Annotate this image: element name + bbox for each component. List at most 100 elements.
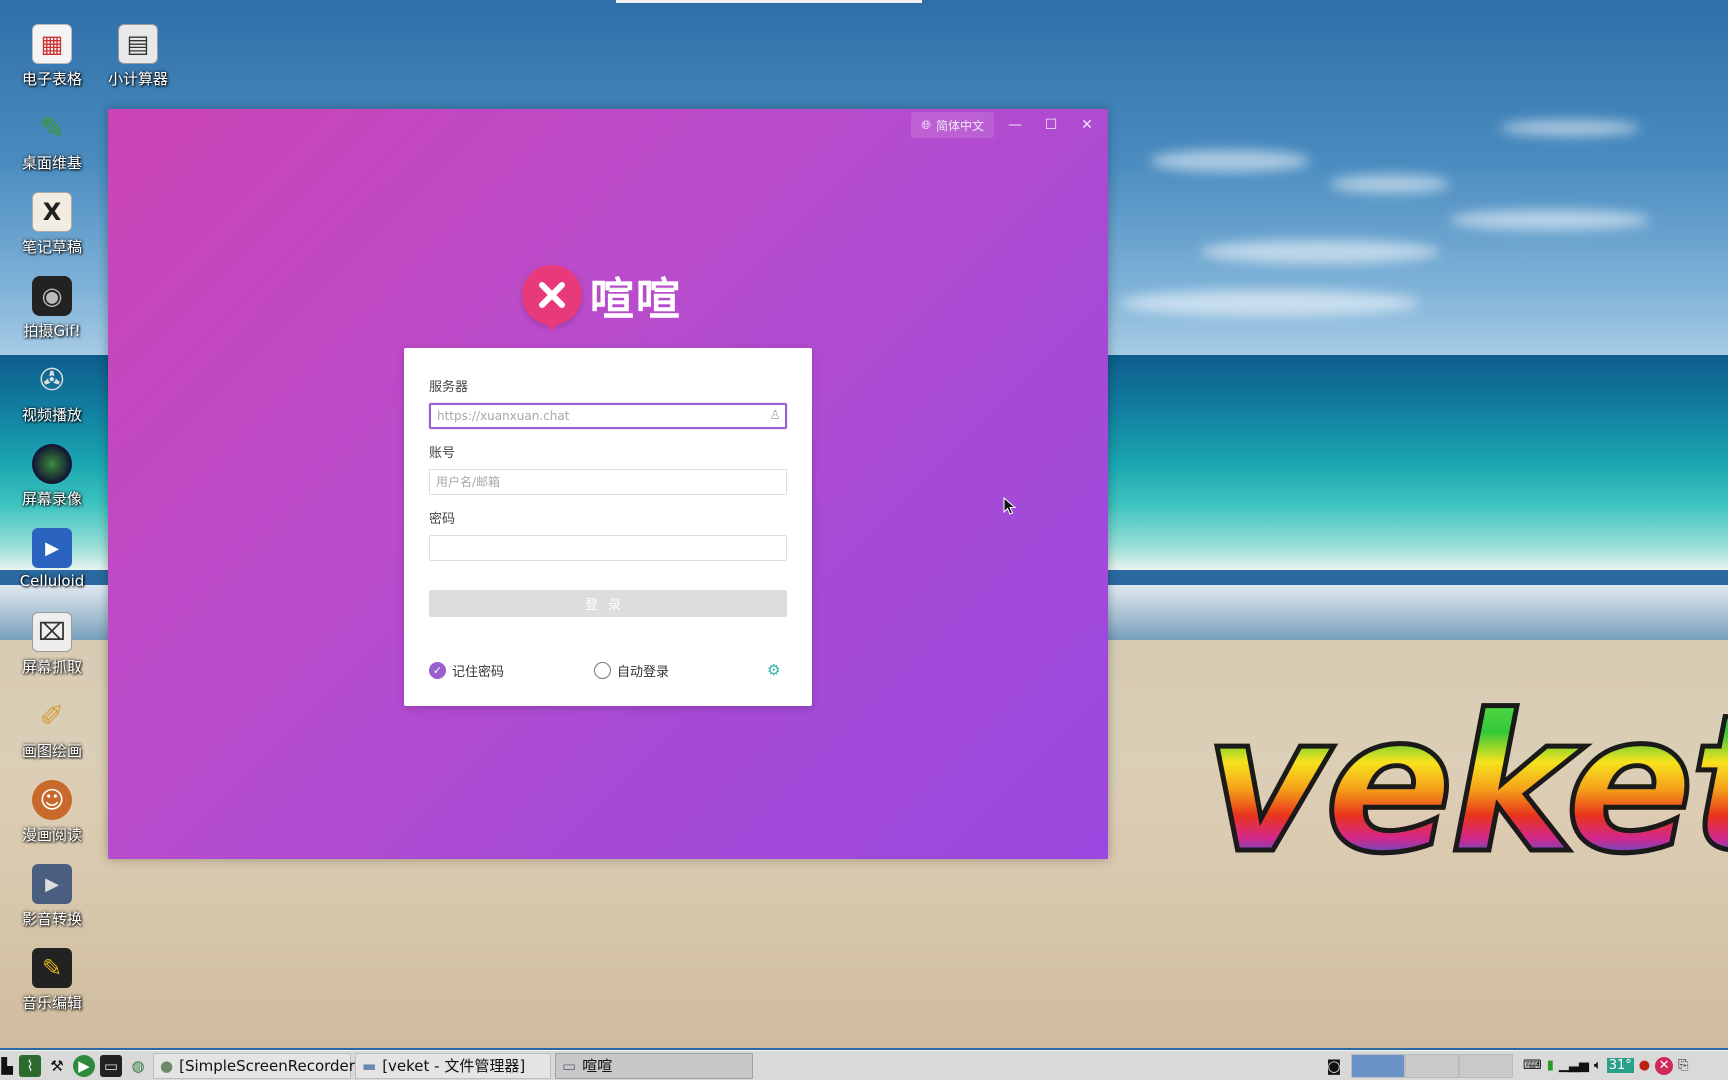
desktop-icon-media-convert[interactable]: ▶ 影音转换 — [9, 864, 95, 929]
radio-circle-icon — [594, 662, 611, 679]
taskbar: ▙ ⌇ ⚒ ▶ ▭ ◍ ● [SimpleScreenRecorder] ▬ [… — [0, 1050, 1728, 1080]
wallpaper-cloud — [1450, 210, 1650, 230]
signal-icon[interactable]: ▁▃▅ — [1559, 1058, 1589, 1073]
maximize-icon: ☐ — [1044, 117, 1058, 133]
desktop-icon-label: 视频播放 — [21, 406, 82, 424]
system-tray: ⌨ ▮ ▁▃▅ 🔈︎ 31° ● ✕ ⎘ — [1523, 1056, 1689, 1075]
login-form-card: 服务器 ♙ 账号 密码 登录 ✓ 记住密码 自动登录 ⚙ — [404, 348, 812, 706]
record-icon[interactable]: ● — [1639, 1058, 1650, 1073]
video-player-icon: ✇ — [39, 362, 65, 398]
wallpaper-cloud — [1200, 240, 1440, 264]
desktop-icon-wiki[interactable]: ✎ 桌面维基 — [9, 108, 95, 173]
desktop-icon-gif[interactable]: ◉ 拍摄Gif! — [9, 276, 95, 341]
task-file-manager[interactable]: ▬ [veket - 文件管理器] — [355, 1052, 551, 1079]
desktop-icon-comic[interactable]: ☺ 漫画阅读 — [9, 780, 95, 845]
desktop-icon-label: 电子表格 — [21, 70, 82, 88]
server-field-group: 服务器 ♙ — [429, 376, 787, 429]
desktop-icon-label: Celluloid — [19, 572, 85, 590]
desktop-icon-label: 屏幕录像 — [21, 490, 82, 508]
account-input[interactable] — [429, 469, 787, 495]
desktop-icon-screen-record[interactable]: 屏幕录像 — [9, 444, 95, 509]
desktop-icon-label: 笔记草稿 — [21, 238, 82, 256]
desktop-icon-screenshot[interactable]: ⌧ 屏幕抓取 — [9, 612, 95, 677]
task-label: [SimpleScreenRecorder] — [179, 1056, 361, 1075]
close-button[interactable]: ✕ — [1072, 112, 1102, 138]
gear-icon[interactable]: ⚙ — [767, 661, 780, 679]
desktop-icon-label: 音乐编辑 — [21, 994, 82, 1012]
screenshot-tray-button[interactable]: ◙ — [1323, 1055, 1345, 1077]
desktop-icon-label: 小计算器 — [107, 70, 168, 88]
login-button-wrap: 登录 — [429, 590, 787, 617]
monitor-chart-icon: ⌇ — [26, 1056, 34, 1075]
language-switch-button[interactable]: 🌐︎ 简体中文 — [911, 112, 994, 138]
desktop-icon-label: 画图绘画 — [21, 742, 82, 760]
minimize-icon: — — [1008, 117, 1022, 133]
account-field-group: 账号 — [429, 442, 787, 495]
camera-icon: ◙ — [1326, 1056, 1342, 1075]
battery-icon[interactable]: ▮ — [1547, 1058, 1554, 1073]
remember-password-checkbox[interactable]: ✓ 记住密码 — [429, 661, 504, 680]
window-titlebar: 🌐︎ 简体中文 — ☐ ✕ — [911, 109, 1108, 141]
desktop-icon-calculator[interactable]: ▤ 小计算器 — [95, 24, 181, 89]
desktop-icon-label: 屏幕抓取 — [21, 658, 82, 676]
desktop-icon-label: 拍摄Gif! — [23, 322, 81, 340]
comic-reader-icon: ☺ — [32, 780, 72, 820]
celluloid-icon: ▶ — [32, 528, 72, 568]
workspace-2[interactable] — [1405, 1053, 1459, 1078]
login-button[interactable]: 登录 — [429, 590, 787, 617]
wallpaper-cloud — [1330, 175, 1450, 193]
auto-login-label: 自动登录 — [617, 665, 670, 680]
password-field-group: 密码 — [429, 508, 787, 561]
volume-icon[interactable]: 🔈︎ — [1594, 1058, 1602, 1073]
terminal-launcher[interactable]: ▭ — [100, 1054, 122, 1077]
user-icon: ♙ — [769, 408, 781, 423]
stop-icon[interactable]: ✕ — [1655, 1056, 1674, 1075]
camera-icon: ◉ — [32, 276, 72, 316]
desktop-icon-paint[interactable]: ✐ 画图绘画 — [9, 696, 95, 761]
desktop-icon-music-edit[interactable]: ✎ 音乐编辑 — [9, 948, 95, 1013]
server-label: 服务器 — [429, 380, 469, 395]
wallpaper-cloud — [1120, 290, 1420, 316]
remember-password-label: 记住密码 — [452, 665, 505, 680]
desktop-icon-notes[interactable]: X 笔记草稿 — [9, 192, 95, 257]
desktop-icon-video[interactable]: ✇ 视频播放 — [9, 360, 95, 425]
veket-wallpaper-logo: veket — [1203, 687, 1728, 882]
desktop-icon-label: 桌面维基 — [21, 154, 82, 172]
music-edit-icon: ✎ — [32, 948, 72, 988]
minimize-button[interactable]: — — [1000, 112, 1030, 138]
maximize-button[interactable]: ☐ — [1036, 112, 1066, 138]
top-panel-strip — [616, 0, 922, 3]
task-simplescreenrecorder[interactable]: ● [SimpleScreenRecorder] — [153, 1052, 361, 1079]
desktop-icon-celluloid[interactable]: ▶ Celluloid — [9, 528, 95, 590]
logo-x-mark — [539, 282, 565, 308]
media-convert-icon: ▶ — [32, 864, 72, 904]
browser-launcher[interactable]: ◍ — [127, 1055, 149, 1077]
folder-icon: ▬ — [362, 1056, 377, 1075]
password-input[interactable] — [429, 535, 787, 561]
brand-name: 喧喧 — [590, 274, 682, 325]
desktop-icon-spreadsheet[interactable]: ▦ 电子表格 — [9, 24, 95, 89]
xuanxuan-logo-icon — [522, 265, 582, 331]
system-monitor-launcher[interactable]: ⌇ — [19, 1054, 41, 1077]
play-icon: ▶ — [78, 1056, 90, 1075]
keyboard-icon[interactable]: ⌨ — [1523, 1058, 1542, 1073]
workspace-3[interactable] — [1459, 1053, 1513, 1078]
server-input[interactable] — [429, 403, 787, 429]
wallpaper-cloud — [1150, 150, 1310, 172]
task-xuanxuan[interactable]: ▭ 喧喧 — [555, 1052, 753, 1079]
checkmark-icon: ✓ — [429, 662, 446, 679]
temperature-indicator[interactable]: 31° — [1606, 1058, 1634, 1073]
start-menu-button[interactable]: ▙ — [0, 1055, 14, 1077]
workspace-1[interactable] — [1351, 1053, 1405, 1078]
brand-header: 喧喧 — [522, 263, 682, 331]
settings-launcher[interactable]: ⚒ — [46, 1055, 68, 1077]
media-launcher[interactable]: ▶ — [73, 1054, 95, 1077]
clipboard-icon[interactable]: ⎘ — [1678, 1058, 1688, 1073]
password-label: 密码 — [429, 512, 456, 527]
server-input-wrap: ♙ — [429, 403, 787, 429]
xuanxuan-login-window: 🌐︎ 简体中文 — ☐ ✕ 喧喧 服务器 ♙ 账号 密码 — [108, 109, 1108, 859]
globe-icon: ◍ — [131, 1056, 145, 1075]
wrench-icon: ⚒ — [50, 1056, 64, 1075]
auto-login-checkbox[interactable]: 自动登录 — [594, 661, 669, 680]
globe-icon: 🌐︎ — [921, 117, 931, 132]
